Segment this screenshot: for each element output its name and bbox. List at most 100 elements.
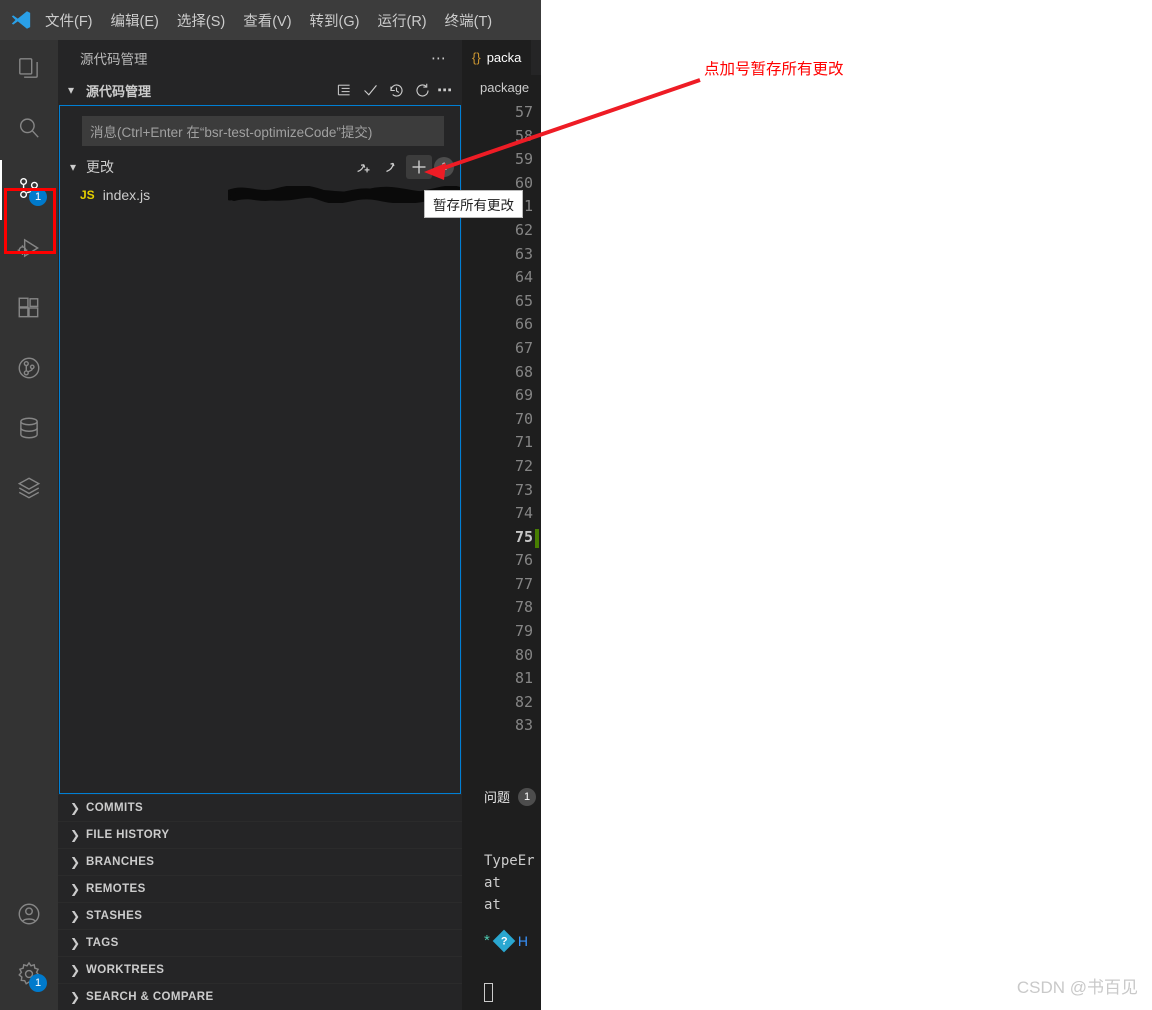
asterisk-icon: *	[484, 932, 490, 949]
changes-group-label: 更改	[86, 159, 114, 175]
scm-file-name: index.js	[102, 187, 151, 203]
line-number: 69	[514, 386, 533, 405]
editor-tab-label: packa	[486, 50, 522, 65]
ellipsis-icon[interactable]: ⋯	[431, 49, 448, 67]
line-number: 70	[514, 409, 533, 428]
line-number: 59	[514, 150, 533, 169]
breadcrumb[interactable]: package	[462, 75, 541, 99]
panel-tab-problems[interactable]: 问题	[484, 787, 510, 806]
database-icon	[16, 415, 42, 446]
refresh-icon[interactable]	[411, 79, 433, 101]
gitlens-icon	[16, 355, 42, 386]
chevron-down-icon: ▾	[70, 160, 77, 174]
menu-item-view[interactable]: 查看(V)	[234, 6, 300, 35]
commit-message-input[interactable]: 消息(Ctrl+Enter 在“bsr-test-optimizeCode”提交…	[82, 116, 444, 146]
tree-section-search-compare[interactable]: ❯ SEARCH & COMPARE	[58, 983, 462, 1010]
tree-section-worktrees[interactable]: ❯ WORKTREES	[58, 956, 462, 983]
activity-item-accounts[interactable]	[0, 886, 58, 946]
line-number: 79	[514, 622, 533, 641]
ellipsis-icon[interactable]: ⋯	[437, 81, 454, 99]
activity-item-explorer[interactable]	[0, 40, 58, 100]
bottom-panel: 问题 1 TypeEr at at * ? H	[462, 779, 541, 1010]
history-icon[interactable]	[385, 79, 407, 101]
panel-hint-text: H	[517, 932, 528, 949]
scm-header-actions: ⋯	[333, 79, 462, 101]
sidebar-source-control: 源代码管理 ⋯ ▾ 源代码管理 ⋯ 消息(Ctrl+Enter 在“bsr-te…	[58, 40, 462, 1010]
activity-item-source-control[interactable]: 1	[0, 160, 58, 220]
chevron-right-icon: ❯	[70, 801, 81, 815]
activity-item-run-debug[interactable]	[0, 220, 58, 280]
line-number: 68	[514, 362, 533, 381]
line-number-active-label: 75	[514, 527, 533, 546]
menu-bar: 文件(F) 编辑(E) 选择(S) 查看(V) 转到(G) 运行(R) 终端(T…	[0, 0, 541, 40]
layers-icon	[16, 475, 42, 506]
panel-output-line: at	[484, 875, 501, 891]
stage-all-changes-tooltip: 暂存所有更改	[424, 190, 523, 218]
chevron-right-icon: ❯	[70, 963, 81, 977]
check-icon[interactable]	[359, 79, 381, 101]
line-number: 82	[514, 692, 533, 711]
gitlens-tree-sections: ❯ COMMITS ❯ FILE HISTORY ❯ BRANCHES ❯ RE…	[58, 794, 462, 1010]
line-number: 73	[514, 480, 533, 499]
tree-section-file-history[interactable]: ❯ FILE HISTORY	[58, 821, 462, 848]
tree-section-label: REMOTES	[86, 883, 146, 895]
tree-section-label: COMMITS	[86, 802, 144, 814]
scm-file-row[interactable]: JS index.js …	[60, 182, 460, 208]
menu-item-goto[interactable]: 转到(G)	[301, 6, 369, 35]
commit-message-placeholder: 消息(Ctrl+Enter 在“bsr-test-optimizeCode”提交…	[90, 125, 373, 140]
menu-item-terminal[interactable]: 终端(T)	[436, 6, 502, 35]
menu-item-file[interactable]: 文件(F)	[36, 6, 102, 35]
activity-item-database[interactable]	[0, 400, 58, 460]
manage-badge: 1	[29, 974, 47, 992]
chevron-right-icon: ❯	[70, 936, 81, 950]
line-number: 74	[514, 504, 533, 523]
vscode-window: 文件(F) 编辑(E) 选择(S) 查看(V) 转到(G) 运行(R) 终端(T…	[0, 0, 541, 1010]
activity-item-extensions[interactable]	[0, 280, 58, 340]
line-number: 72	[514, 456, 533, 475]
menu-item-edit[interactable]: 编辑(E)	[102, 6, 168, 35]
list-view-icon[interactable]	[333, 79, 355, 101]
activity-bar: 1 1	[0, 40, 58, 1010]
changes-group-header[interactable]: ▾ 更改 1	[60, 152, 460, 182]
json-braces-icon: {}	[472, 50, 481, 65]
tree-section-label: STASHES	[86, 910, 143, 922]
tree-section-tags[interactable]: ❯ TAGS	[58, 929, 462, 956]
scm-section-header[interactable]: ▾ 源代码管理 ⋯	[58, 75, 462, 105]
activity-item-manage[interactable]: 1	[0, 946, 58, 1006]
changes-group-actions: 1	[350, 155, 460, 179]
tree-section-label: WORKTREES	[86, 964, 165, 976]
activity-item-search[interactable]	[0, 100, 58, 160]
panel-hint-row: * ? H	[484, 929, 541, 952]
screenshot-root: 文件(F) 编辑(E) 选择(S) 查看(V) 转到(G) 运行(R) 终端(T…	[0, 0, 1152, 1010]
editor-tab-package-json[interactable]: {} packa	[462, 40, 532, 75]
tree-section-label: TAGS	[86, 937, 119, 949]
chevron-down-icon: ▾	[68, 83, 75, 97]
line-number: 62	[514, 220, 533, 239]
vscode-logo-icon	[6, 5, 36, 35]
stash-icon[interactable]	[350, 155, 376, 179]
activity-item-gitlens[interactable]	[0, 340, 58, 400]
line-number: 57	[514, 103, 533, 121]
chevron-right-icon: ❯	[70, 909, 81, 923]
tree-section-branches[interactable]: ❯ BRANCHES	[58, 848, 462, 875]
stage-all-changes-button[interactable]	[406, 155, 432, 179]
tree-section-label: BRANCHES	[86, 856, 155, 868]
menu-item-run[interactable]: 运行(R)	[368, 6, 435, 35]
editor-tab-bar: {} packa	[462, 40, 541, 75]
line-number: 67	[514, 338, 533, 357]
line-number: 64	[514, 268, 533, 287]
line-number: 66	[514, 315, 533, 334]
activity-item-layers[interactable]	[0, 460, 58, 520]
source-control-badge: 1	[29, 188, 47, 206]
sidebar-title-bar: 源代码管理 ⋯	[58, 40, 462, 75]
sidebar-title-label: 源代码管理	[80, 51, 148, 67]
tree-section-commits[interactable]: ❯ COMMITS	[58, 794, 462, 821]
tree-section-stashes[interactable]: ❯ STASHES	[58, 902, 462, 929]
menu-item-selection[interactable]: 选择(S)	[168, 6, 234, 35]
editor-cursor	[535, 528, 539, 548]
changes-count-badge: 1	[434, 157, 454, 177]
line-number: 65	[514, 291, 533, 310]
line-number: 78	[514, 598, 533, 617]
discard-icon[interactable]	[378, 155, 404, 179]
tree-section-remotes[interactable]: ❯ REMOTES	[58, 875, 462, 902]
